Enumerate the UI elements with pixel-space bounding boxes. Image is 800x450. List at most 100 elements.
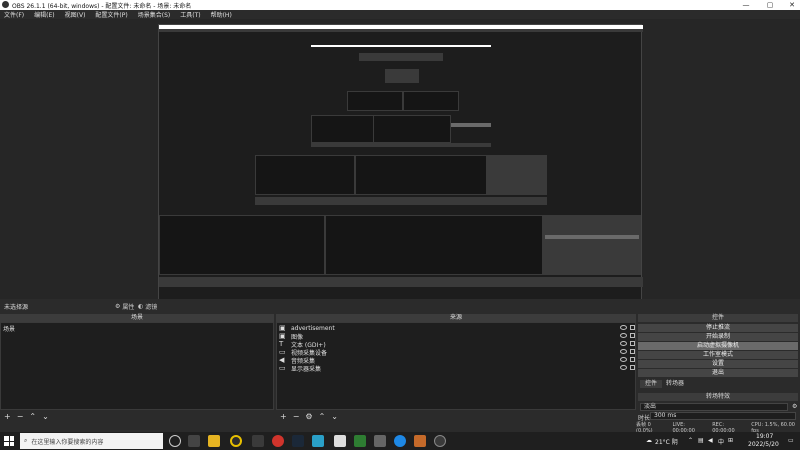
visibility-icon[interactable]: [620, 325, 627, 330]
visibility-icon[interactable]: [620, 365, 627, 370]
filters-label: 滤镜: [145, 303, 158, 311]
move-down-icon[interactable]: ⌄: [42, 412, 49, 421]
text-icon: T: [279, 339, 284, 348]
notification-icon[interactable]: ▭: [788, 437, 794, 444]
move-up-icon[interactable]: ⌃: [29, 412, 36, 421]
steam-icon[interactable]: [292, 435, 304, 447]
system-tray: ☁ 21°C 阴 ⌃ ▤ ◀ 中 ⊞ 19:07 2022/5/20 ▭: [646, 433, 800, 449]
nested-layer-block: [385, 69, 419, 83]
weather-text[interactable]: 21°C 阴: [655, 437, 678, 446]
filters-button[interactable]: ◐ 滤镜: [138, 302, 158, 311]
lock-icon[interactable]: [630, 349, 635, 354]
menu-profile[interactable]: 配置文件(P): [95, 10, 127, 19]
menu-help[interactable]: 帮助(H): [211, 10, 232, 19]
move-down-icon[interactable]: ⌄: [331, 412, 338, 421]
visibility-icon[interactable]: [620, 333, 627, 338]
app-icon[interactable]: [334, 435, 346, 447]
source-label: 显示器采集: [291, 365, 322, 373]
controls-dock-header: 控件: [638, 314, 798, 322]
start-virtual-camera-button[interactable]: 启动虚拟摄像机: [638, 342, 798, 350]
minimize-button[interactable]: —: [738, 0, 754, 10]
file-explorer-icon[interactable]: [208, 435, 220, 447]
source-row[interactable]: ▣ advertisement: [277, 324, 635, 332]
taskbar-search[interactable]: ⌕ 在这里输入你要搜索的内容: [20, 433, 163, 449]
ime-icon[interactable]: ⊞: [728, 437, 733, 444]
remove-source-icon[interactable]: −: [293, 412, 300, 421]
windows-start-icon[interactable]: [4, 436, 14, 446]
app-icon[interactable]: [354, 435, 366, 447]
source-row[interactable]: ◀ 音频采集: [277, 355, 635, 365]
nested-layer-panel: [403, 91, 459, 111]
visibility-icon[interactable]: [620, 357, 627, 362]
speaker-icon: ◀: [279, 355, 285, 364]
source-row[interactable]: ▣ 图像: [277, 332, 635, 341]
window-title: OBS 26.1.1 (64-bit, windows) - 配置文件: 未命名…: [12, 2, 192, 10]
app-icon[interactable]: [252, 435, 264, 447]
close-button[interactable]: ✕: [784, 0, 800, 10]
nested-layer-block: [359, 53, 443, 61]
start-recording-button[interactable]: 开始录制: [638, 333, 798, 341]
source-row[interactable]: ▭ 视频采集设备: [277, 347, 635, 357]
transitions-header: 转场特效: [638, 393, 798, 401]
app-icon[interactable]: [312, 435, 324, 447]
lock-icon[interactable]: [630, 357, 635, 362]
maximize-button[interactable]: ▢: [762, 0, 778, 10]
lock-icon[interactable]: [630, 325, 635, 330]
settings-button[interactable]: 设置: [638, 360, 798, 368]
menu-bar: 文件(F) 编辑(E) 视图(V) 配置文件(P) 场景集合(S) 工具(T) …: [0, 10, 800, 19]
input-language[interactable]: 中: [718, 437, 724, 446]
app-icon[interactable]: [374, 435, 386, 447]
tab-transitions[interactable]: 转场器: [663, 380, 687, 388]
move-up-icon[interactable]: ⌃: [319, 412, 326, 421]
preview-canvas[interactable]: [0, 19, 800, 299]
nested-layer-panel: [255, 155, 355, 195]
exit-button[interactable]: 退出: [638, 369, 798, 377]
lock-icon[interactable]: [630, 341, 635, 346]
properties-button[interactable]: ⚙ 属性: [115, 302, 134, 311]
lock-icon[interactable]: [630, 333, 635, 338]
nested-layer-controls: [543, 215, 641, 275]
menu-view[interactable]: 视图(V): [65, 10, 86, 19]
transition-select[interactable]: 淡出: [640, 403, 788, 411]
obs-taskbar-icon[interactable]: [434, 435, 446, 447]
source-row[interactable]: T 文本 (GDI+): [277, 339, 635, 349]
source-row[interactable]: ▭ 显示器采集: [277, 364, 635, 373]
network-icon[interactable]: ▤: [698, 437, 704, 444]
nested-layer-controls: [487, 155, 547, 195]
search-icon: ⌕: [24, 437, 28, 444]
clock-time[interactable]: 19:07: [756, 433, 773, 440]
menu-scene-collection[interactable]: 场景集合(S): [138, 10, 171, 19]
tab-controls[interactable]: 控件: [640, 380, 662, 388]
app-icon[interactable]: [230, 435, 242, 447]
window-title-bar: OBS 26.1.1 (64-bit, windows) - 配置文件: 未命名…: [0, 0, 800, 10]
add-scene-icon[interactable]: +: [4, 412, 11, 421]
camera-icon: ▭: [279, 347, 286, 356]
remove-scene-icon[interactable]: −: [17, 412, 24, 421]
menu-file[interactable]: 文件(F): [4, 10, 24, 19]
filter-icon: ◐: [138, 302, 144, 310]
duration-field[interactable]: 300 ms: [650, 412, 796, 420]
menu-edit[interactable]: 编辑(E): [34, 10, 54, 19]
gear-icon[interactable]: ⚙: [305, 412, 312, 421]
search-placeholder: 在这里输入你要搜索的内容: [31, 438, 104, 446]
sources-toolbar: + − ⚙ ⌃ ⌄: [280, 411, 338, 421]
lock-icon[interactable]: [630, 365, 635, 370]
transition-settings-icon[interactable]: ⚙: [792, 403, 798, 410]
nested-layer-taskbar: [255, 197, 547, 205]
visibility-icon[interactable]: [620, 349, 627, 354]
weibo-icon[interactable]: [272, 435, 284, 447]
studio-mode-button[interactable]: 工作室模式: [638, 351, 798, 359]
edge-icon[interactable]: [394, 435, 406, 447]
menu-tools[interactable]: 工具(T): [180, 10, 200, 19]
stop-streaming-button[interactable]: 停止推流: [638, 324, 798, 332]
scene-item[interactable]: 场景: [3, 324, 15, 333]
clock-date[interactable]: 2022/5/20: [748, 441, 779, 448]
app-icon[interactable]: [414, 435, 426, 447]
task-view-icon[interactable]: [188, 435, 200, 447]
volume-icon[interactable]: ◀: [708, 437, 713, 444]
chevron-up-icon[interactable]: ⌃: [688, 437, 693, 444]
add-source-icon[interactable]: +: [280, 412, 287, 421]
scenes-toolbar: + − ⌃ ⌄: [4, 411, 49, 421]
cortana-icon[interactable]: [169, 435, 181, 447]
visibility-icon[interactable]: [620, 341, 627, 346]
